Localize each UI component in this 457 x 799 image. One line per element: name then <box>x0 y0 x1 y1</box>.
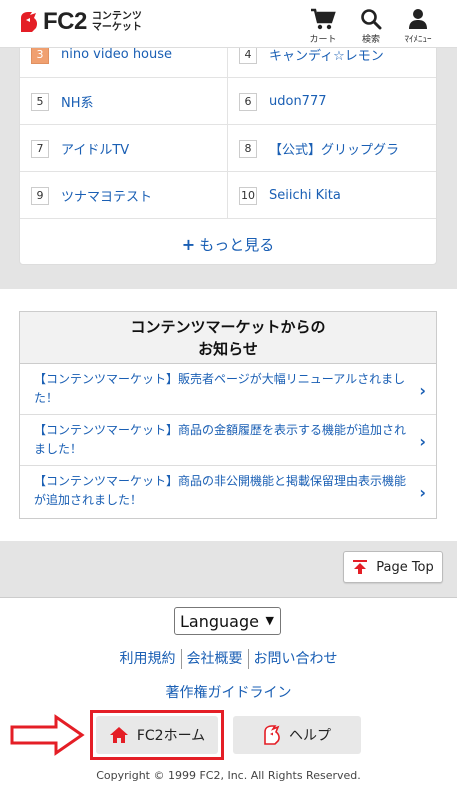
news-item-text: 【コンテンツマーケット】販売者ページが大幅リニューアルされました！ <box>34 372 406 405</box>
news-box: コンテンツマーケットからの お知らせ 【コンテンツマーケット】販売者ページが大幅… <box>19 311 437 519</box>
page-top-button[interactable]: Page Top <box>343 551 443 583</box>
rank-number: 8 <box>239 139 257 158</box>
page-top-icon <box>353 560 368 574</box>
news-item-text: 【コンテンツマーケット】商品の非公開機能と掲載保留理由表示機能が追加されました！ <box>34 474 407 507</box>
plus-icon: + <box>181 234 196 254</box>
mymenu-label: ﾏｲﾒﾆｭｰ <box>404 35 432 45</box>
ranking-card: 3 nino video house 4 キャンディ☆レモン 5 NH系 6 u… <box>19 30 437 265</box>
company-link[interactable]: 会社概要 <box>183 651 247 667</box>
logo-subtitle: コンテンツ マーケット <box>92 11 142 33</box>
rank-name-link[interactable]: アイドルTV <box>61 139 129 158</box>
rank-name-link[interactable]: 【公式】グリップグラ <box>269 139 399 158</box>
show-more-label: もっと見る <box>199 235 275 254</box>
fc2-logo[interactable]: FC2 コンテンツ マーケット <box>18 8 142 36</box>
help-button[interactable]: ヘルプ <box>233 716 361 754</box>
news-title: コンテンツマーケットからの お知らせ <box>20 312 436 364</box>
rank-number: 7 <box>31 139 49 158</box>
cart-button[interactable]: カート <box>298 4 348 46</box>
rank-name-link[interactable]: Seiichi Kita <box>269 188 341 203</box>
ranking-row: 9 ツナマヨテスト 10 Seiichi Kita <box>20 172 436 219</box>
rank-name-link[interactable]: udon777 <box>269 94 327 109</box>
search-label: 検索 <box>361 35 380 45</box>
user-icon <box>409 9 427 29</box>
ranking-item[interactable]: 10 Seiichi Kita <box>228 172 436 219</box>
news-title-line1: コンテンツマーケットからの <box>130 318 326 336</box>
search-button[interactable]: 検索 <box>346 4 396 46</box>
footer-links: 利用規約 会社概要 お問い合わせ <box>0 648 457 669</box>
rank-number: 5 <box>31 92 49 111</box>
terms-link[interactable]: 利用規約 <box>116 651 180 667</box>
language-select[interactable]: Language ▼ <box>174 607 281 635</box>
rank-number: 4 <box>239 45 257 64</box>
ranking-item[interactable]: 6 udon777 <box>228 78 436 125</box>
news-title-line2: お知らせ <box>198 340 258 358</box>
fc2-help-icon <box>264 725 280 745</box>
rank-name-link[interactable]: nino video house <box>61 47 172 62</box>
ranking-item[interactable]: 7 アイドルTV <box>20 125 228 172</box>
link-divider <box>180 649 182 669</box>
search-icon <box>361 9 382 30</box>
chevron-right-icon: › <box>419 483 426 502</box>
ranking-row: 5 NH系 6 udon777 <box>20 78 436 125</box>
help-label: ヘルプ <box>289 728 331 744</box>
rank-name-link[interactable]: NH系 <box>61 92 94 111</box>
news-item[interactable]: 【コンテンツマーケット】販売者ページが大幅リニューアルされました！ › <box>20 364 436 415</box>
chevron-down-icon: ▼ <box>265 614 274 627</box>
site-footer: Language ▼ 利用規約 会社概要 お問い合わせ 著作権ガイドライン FC2ホ… <box>0 597 457 799</box>
rank-number: 6 <box>239 92 257 111</box>
news-item[interactable]: 【コンテンツマーケット】商品の金額履歴を表示する機能が追加されました！ › <box>20 415 436 466</box>
highlight-box <box>90 710 224 760</box>
logo-sub-line2: マーケット <box>91 22 142 33</box>
show-more-link[interactable]: + もっと見る <box>20 223 436 265</box>
copyright-text: Copyright © 1999 FC2, Inc. All Rights Re… <box>96 769 361 782</box>
fc2-logo-icon <box>21 12 38 32</box>
red-arrow-icon <box>10 714 85 756</box>
news-item[interactable]: 【コンテンツマーケット】商品の非公開機能と掲載保留理由表示機能が追加されました！… <box>20 466 436 517</box>
logo-sub-line1: コンテンツ <box>91 11 142 22</box>
site-header: FC2 コンテンツ マーケット カート 検索 ﾏｲﾒﾆｭｰ <box>0 0 457 48</box>
contact-link[interactable]: お問い合わせ <box>250 651 342 667</box>
rank-number: 9 <box>31 186 49 205</box>
rank-number: 3 <box>31 45 49 64</box>
rank-name-link[interactable]: ツナマヨテスト <box>61 186 152 205</box>
cart-icon <box>311 8 336 30</box>
ranking-item[interactable]: 9 ツナマヨテスト <box>20 172 228 219</box>
ranking-item[interactable]: 5 NH系 <box>20 78 228 125</box>
ranking-row: 7 アイドルTV 8 【公式】グリップグラ <box>20 125 436 172</box>
logo-text: FC2 <box>43 8 87 35</box>
rank-number: 10 <box>239 186 257 205</box>
chevron-right-icon: › <box>419 432 426 451</box>
language-select-value: Language <box>180 611 259 631</box>
page-top-label: Page Top <box>376 559 434 575</box>
chevron-right-icon: › <box>419 381 426 400</box>
link-divider <box>247 649 249 669</box>
cart-label: カート <box>309 35 337 45</box>
copyright-guideline-link[interactable]: 著作権ガイドライン <box>0 682 457 702</box>
news-item-text: 【コンテンツマーケット】商品の金額履歴を表示する機能が追加されました！ <box>34 423 407 456</box>
mymenu-button[interactable]: ﾏｲﾒﾆｭｰ <box>393 4 443 46</box>
ranking-item[interactable]: 8 【公式】グリップグラ <box>228 125 436 172</box>
